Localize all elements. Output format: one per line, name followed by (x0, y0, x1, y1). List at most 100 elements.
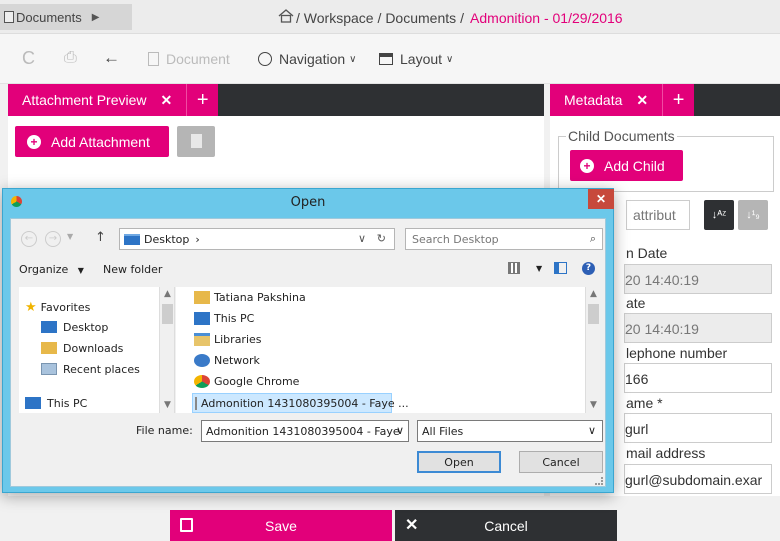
open-button[interactable]: Open (417, 451, 501, 473)
file-name-label: File name: (136, 424, 193, 437)
name-field[interactable]: gurl (624, 413, 772, 443)
back-arrow-icon[interactable]: ← (103, 48, 120, 68)
add-tab-button[interactable]: + (186, 84, 219, 116)
field-label: n Date (626, 245, 668, 261)
nav-item-this-pc[interactable]: This PC (25, 393, 87, 413)
navigation-menu[interactable]: Navigation ∨ (258, 51, 356, 67)
file-item-label: Admonition 1431080395004 - Faye ... (201, 396, 409, 410)
refresh-icon[interactable]: ↻ (377, 232, 386, 245)
file-list: Tatiana Pakshina This PC Libraries Netwo… (176, 287, 601, 413)
chevron-down-icon[interactable]: ∨ (396, 424, 404, 437)
scroll-up-icon[interactable]: ▲ (586, 287, 601, 302)
file-type-select[interactable]: All Files ∨ (417, 420, 603, 442)
child-documents-legend: Child Documents (566, 128, 677, 144)
up-arrow-icon[interactable]: ↑ (95, 230, 106, 245)
user-folder-icon (194, 290, 210, 304)
file-list-scrollbar[interactable]: ▲ ▼ (585, 287, 601, 413)
attachment-preview-header: Attachment Preview ✕ + (8, 84, 544, 116)
print-icon[interactable]: ⎙ (64, 49, 77, 67)
new-folder-button[interactable]: New folder (103, 263, 162, 276)
scroll-down-icon[interactable]: ▼ (160, 398, 174, 413)
nav-item-desktop[interactable]: Desktop (41, 317, 108, 337)
cancel-button[interactable]: ✕ Cancel (395, 510, 617, 541)
chevron-down-icon: ∨ (446, 53, 454, 65)
scrollbar-thumb[interactable] (162, 304, 173, 324)
nav-pane-scrollbar[interactable]: ▲ ▼ (159, 287, 174, 413)
delete-attachment-button[interactable] (177, 126, 215, 157)
tab-metadata[interactable]: Metadata ✕ (550, 84, 663, 116)
email-field[interactable]: gurl@subdomain.exar (624, 464, 772, 494)
address-bar[interactable]: Desktop › ∨ ↻ (119, 228, 395, 250)
dialog-cancel-button[interactable]: Cancel (519, 451, 603, 473)
breadcrumb-workspace[interactable]: / Workspace (296, 10, 374, 26)
file-item-label: Libraries (214, 332, 262, 346)
add-child-label: Add Child (604, 157, 665, 174)
documents-dropdown[interactable]: Documents ▶ (0, 4, 132, 30)
tab-attachment-preview[interactable]: Attachment Preview ✕ (8, 84, 187, 116)
trash-icon (191, 134, 202, 148)
nav-item-recent-places[interactable]: Recent places (41, 359, 140, 379)
creation-date-field: 20 14:40:19 (624, 264, 772, 294)
document-button-label: Document (166, 51, 230, 67)
navigation-label: Navigation (279, 51, 346, 67)
add-tab-button[interactable]: + (662, 84, 695, 116)
scroll-down-icon[interactable]: ▼ (586, 398, 601, 413)
add-attachment-button[interactable]: + Add Attachment (15, 126, 169, 157)
star-icon: ★ (25, 299, 37, 315)
dialog-title-bar[interactable]: Open ✕ (3, 189, 614, 217)
scroll-up-icon[interactable]: ▲ (160, 287, 174, 302)
sort-numeric-icon: ↓¹₉ (746, 209, 760, 221)
plus-circle-icon: + (27, 134, 41, 149)
file-item[interactable]: This PC (194, 308, 254, 328)
resize-grip-icon[interactable] (595, 477, 603, 485)
chevron-down-icon[interactable]: ∨ (358, 232, 366, 245)
triangle-down-icon[interactable]: ▼ (536, 264, 542, 273)
back-circle-icon[interactable]: ← (21, 231, 37, 247)
telephone-field[interactable]: 166 (624, 363, 772, 393)
file-item[interactable]: Libraries (194, 329, 262, 349)
file-item[interactable]: Network (194, 350, 260, 370)
recent-dropdown-icon[interactable]: ▼ (67, 232, 73, 241)
sort-az-button[interactable]: ↓ᴬᶻ (704, 200, 734, 230)
help-icon[interactable]: ? (582, 262, 595, 275)
scrollbar-thumb[interactable] (588, 304, 599, 324)
add-child-button[interactable]: + Add Child (570, 150, 683, 181)
close-icon[interactable]: ✕ (636, 92, 648, 109)
nav-item-label: Downloads (63, 341, 124, 355)
forward-circle-icon[interactable]: → (45, 231, 61, 247)
triangle-down-icon: ▼ (77, 266, 84, 275)
home-icon[interactable] (278, 9, 294, 26)
file-name-input[interactable]: Admonition 1431080395004 - Faye ∨ (201, 420, 409, 442)
organize-label: Organize (19, 263, 69, 276)
refresh-icon[interactable]: C (22, 48, 35, 69)
attribute-filter-input[interactable]: attribut (626, 200, 690, 230)
page-icon (148, 52, 159, 66)
view-options-icon[interactable] (508, 262, 520, 274)
file-item-selected[interactable]: Admonition 1431080395004 - Faye ... (192, 393, 409, 413)
metadata-header: Metadata ✕ + (550, 84, 780, 116)
dialog-close-button[interactable]: ✕ (588, 189, 614, 209)
nav-item-favorites[interactable]: ★ Favorites (25, 297, 90, 317)
organize-menu[interactable]: Organize ▼ (19, 263, 84, 276)
sort-numeric-button[interactable]: ↓¹₉ (738, 200, 768, 230)
chevron-down-icon: ∨ (349, 53, 357, 65)
breadcrumb-documents[interactable]: / Documents (378, 10, 457, 26)
address-separator: › (195, 232, 200, 246)
document-button[interactable]: Document (148, 51, 230, 67)
sort-ascending-icon: ↓ᴬᶻ (711, 209, 727, 221)
field-label: mail address (626, 445, 706, 461)
triangle-right-icon: ▶ (91, 11, 100, 23)
layout-menu[interactable]: Layout ∨ (379, 51, 453, 67)
file-item[interactable]: Tatiana Pakshina (194, 287, 306, 307)
network-icon (194, 353, 210, 367)
open-file-dialog: Open ✕ ← → ▼ ↑ Desktop › ∨ ↻ Search Desk… (2, 188, 614, 493)
field-label: ate (626, 295, 646, 311)
save-button[interactable]: Save (170, 510, 392, 541)
nav-item-downloads[interactable]: Downloads (41, 338, 123, 358)
preview-pane-icon[interactable] (554, 262, 567, 274)
breadcrumb-current: Admonition - 01/29/2016 (470, 9, 623, 26)
close-icon[interactable]: ✕ (161, 92, 173, 109)
toolbar: C ⎙ ← Document Navigation ∨ Layout ∨ (0, 34, 780, 84)
search-desktop-input[interactable]: Search Desktop ⌕ (405, 228, 603, 250)
file-item[interactable]: Google Chrome (194, 371, 299, 391)
